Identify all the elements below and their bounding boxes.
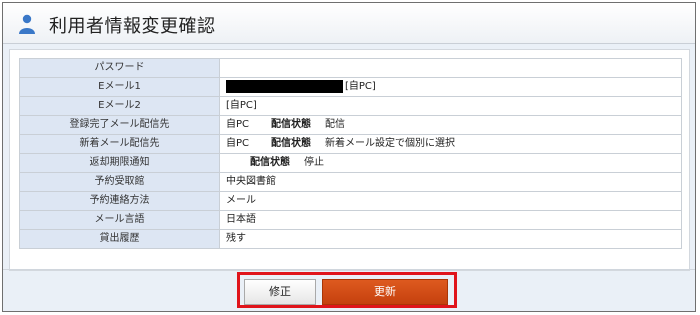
table-row: 予約連絡方法 メール bbox=[19, 191, 682, 211]
row-value: 配信状態 停止 bbox=[219, 153, 682, 173]
modify-button[interactable]: 修正 bbox=[244, 279, 316, 305]
row-label: Eメール1 bbox=[19, 77, 220, 97]
row-label: メール言語 bbox=[19, 210, 220, 230]
row-value: 自PC 配信状態 配信 bbox=[219, 115, 682, 135]
delivery-target: 自PC bbox=[226, 119, 250, 130]
row-label: 返却期限通知 bbox=[19, 153, 220, 173]
row-value: 残す bbox=[219, 229, 682, 249]
page-header: 利用者情報変更確認 bbox=[3, 3, 695, 44]
email1-device: [自PC] bbox=[345, 81, 376, 92]
delivery-status-label: 配信状態 bbox=[271, 119, 312, 130]
table-row: Eメール2 [自PC] bbox=[19, 96, 682, 116]
table-row: 貸出履歴 残す bbox=[19, 229, 682, 249]
info-panel: パスワード Eメール1 [自PC] Eメール2 [自PC] 登録完了メール配信先… bbox=[9, 49, 690, 271]
table-row: パスワード bbox=[19, 58, 682, 78]
row-value: 中央図書館 bbox=[219, 172, 682, 192]
table-row: 予約受取館 中央図書館 bbox=[19, 172, 682, 192]
delivery-status-label: 配信状態 bbox=[271, 138, 312, 149]
row-value: [自PC] bbox=[219, 77, 682, 97]
row-label: 貸出履歴 bbox=[19, 229, 220, 249]
delivery-status-value: 停止 bbox=[304, 157, 324, 168]
row-label: 予約受取館 bbox=[19, 172, 220, 192]
row-label: パスワード bbox=[19, 58, 220, 78]
row-value: [自PC] bbox=[219, 96, 682, 116]
row-value: 自PC 配信状態 新着メール設定で個別に選択 bbox=[219, 134, 682, 154]
delivery-status-value: 配信 bbox=[325, 119, 346, 130]
confirm-window: 利用者情報変更確認 パスワード Eメール1 [自PC] Eメール2 [自PC] … bbox=[2, 2, 696, 312]
row-label: 登録完了メール配信先 bbox=[19, 115, 220, 135]
table-row: 登録完了メール配信先 自PC 配信状態 配信 bbox=[19, 115, 682, 135]
redacted-email bbox=[226, 79, 343, 93]
delivery-status-value: 新着メール設定で個別に選択 bbox=[325, 138, 456, 149]
table-row: メール言語 日本語 bbox=[19, 210, 682, 230]
row-value: 日本語 bbox=[219, 210, 682, 230]
table-row: 新着メール配信先 自PC 配信状態 新着メール設定で個別に選択 bbox=[19, 134, 682, 154]
user-icon bbox=[19, 14, 35, 34]
table-row: Eメール1 [自PC] bbox=[19, 77, 682, 97]
row-label: 予約連絡方法 bbox=[19, 191, 220, 211]
update-button[interactable]: 更新 bbox=[322, 279, 448, 305]
user-info-table: パスワード Eメール1 [自PC] Eメール2 [自PC] 登録完了メール配信先… bbox=[19, 58, 682, 249]
delivery-target: 自PC bbox=[226, 138, 250, 149]
table-row: 返却期限通知 配信状態 停止 bbox=[19, 153, 682, 173]
row-label: Eメール2 bbox=[19, 96, 220, 116]
row-value bbox=[219, 58, 682, 78]
page-title: 利用者情報変更確認 bbox=[49, 16, 216, 37]
row-value: メール bbox=[219, 191, 682, 211]
footer-divider bbox=[3, 269, 695, 270]
delivery-status-label: 配信状態 bbox=[250, 157, 290, 168]
row-label: 新着メール配信先 bbox=[19, 134, 220, 154]
